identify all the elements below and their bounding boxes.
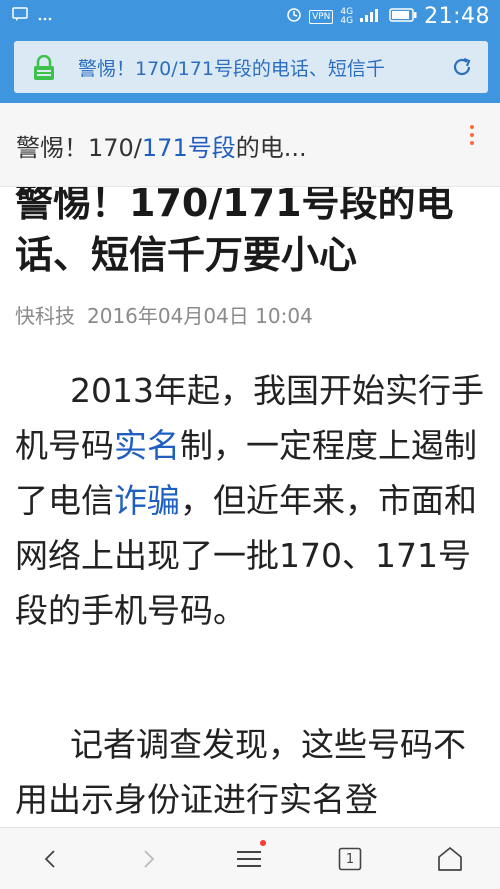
back-button[interactable] bbox=[33, 842, 67, 876]
signal-icon bbox=[360, 7, 382, 26]
article-paragraph-1: 2013年起，我国开始实行手机号码实名制，一定程度上遏制了电信诈骗，但近年来，市… bbox=[15, 363, 485, 638]
header-title-link[interactable]: 171号段 bbox=[142, 134, 236, 162]
address-bar[interactable]: 警惕！170/171号段的电话、短信千 bbox=[14, 41, 488, 93]
article-source: 快科技 bbox=[15, 304, 75, 328]
home-button[interactable] bbox=[433, 842, 467, 876]
vpn-badge: VPN bbox=[309, 9, 334, 24]
keyword-link-realname[interactable]: 实名 bbox=[114, 426, 180, 465]
menu-button[interactable] bbox=[232, 840, 266, 876]
forward-button[interactable] bbox=[132, 842, 166, 876]
notification-dot bbox=[260, 840, 266, 846]
article-title: 警惕！170/171号段的电话、短信千万要小心 bbox=[15, 187, 454, 277]
page-header-title: 警惕！170/171号段的电... bbox=[16, 128, 307, 163]
tabs-count: 1 bbox=[345, 851, 355, 867]
article-content: 警惕！170/171号段的电话、短信千万要小心 快科技 2016年04月04日 1… bbox=[0, 187, 500, 827]
page-header: 警惕！170/171号段的电... bbox=[0, 103, 500, 187]
forward-icon bbox=[144, 850, 155, 868]
network-4g-indicator: 4G 4G bbox=[340, 7, 354, 26]
alarm-icon bbox=[286, 7, 302, 27]
message-icon bbox=[12, 6, 28, 25]
back-icon bbox=[44, 850, 55, 868]
menu-icon bbox=[237, 851, 261, 867]
article-meta: 快科技 2016年04月04日 10:04 bbox=[15, 300, 313, 329]
more-menu-icon[interactable] bbox=[470, 125, 476, 149]
network-label-2: 4G bbox=[340, 15, 354, 26]
address-bar-area: 警惕！170/171号段的电话、短信千 bbox=[0, 33, 500, 103]
status-bar: VPN 4G 4G 21:48 bbox=[0, 0, 500, 33]
home-icon bbox=[438, 847, 462, 871]
header-title-prefix: 警惕！170/ bbox=[16, 134, 142, 162]
bottom-nav: 1 bbox=[0, 827, 500, 889]
keyword-link-fraud[interactable]: 诈骗 bbox=[114, 481, 180, 520]
reload-icon[interactable] bbox=[450, 55, 474, 83]
status-time: 21:48 bbox=[424, 4, 490, 29]
header-title-suffix: 的电... bbox=[235, 134, 307, 162]
secure-lock-icon[interactable] bbox=[32, 54, 56, 85]
article-date: 2016年04月04日 10:04 bbox=[87, 304, 313, 328]
battery-icon bbox=[389, 7, 417, 26]
more-notifications-icon bbox=[38, 6, 52, 25]
article-paragraph-2: 记者调查发现，这些号码不用出示身份证进行实名登 bbox=[15, 725, 466, 819]
tabs-button[interactable]: 1 bbox=[333, 842, 367, 876]
address-text[interactable]: 警惕！170/171号段的电话、短信千 bbox=[78, 54, 438, 81]
